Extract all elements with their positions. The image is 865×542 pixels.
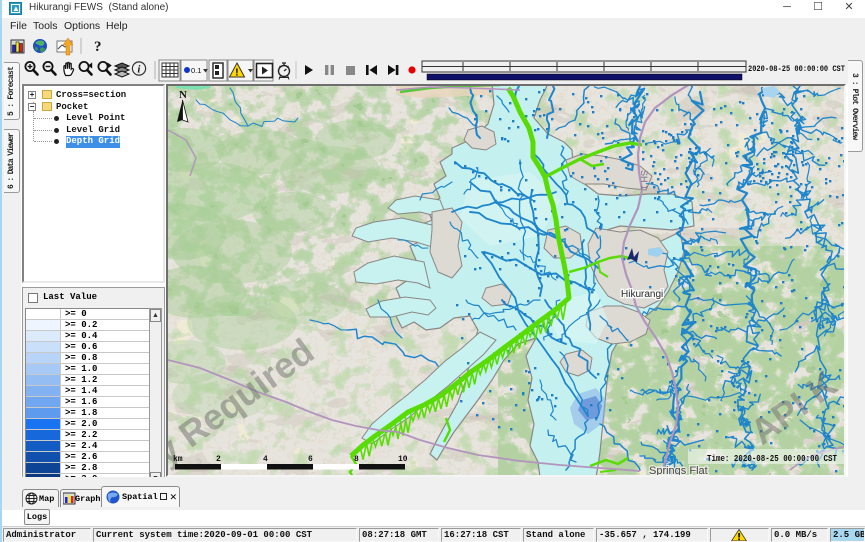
svg-text:Springs Flat: Springs Flat <box>649 465 708 475</box>
svg-text:?: ? <box>94 39 102 55</box>
svg-text:2: 2 <box>216 455 221 464</box>
svg-text:2020-08-25 00:00:00 CST: 2020-08-25 00:00:00 CST <box>748 64 845 74</box>
svg-text:N: N <box>179 89 187 101</box>
svg-text:0.1: 0.1 <box>191 66 201 75</box>
svg-text:8: 8 <box>354 455 359 464</box>
svg-text:6: 6 <box>308 455 313 464</box>
svg-text:!: ! <box>235 68 238 79</box>
svg-text:Time: 2020-08-25 00:00:00 CST: Time: 2020-08-25 00:00:00 CST <box>707 454 837 464</box>
svg-text:i: i <box>137 64 141 76</box>
svg-text:km: km <box>173 455 183 464</box>
svg-text:10: 10 <box>398 455 408 464</box>
svg-text:4: 4 <box>263 455 268 464</box>
svg-text:SH 1: SH 1 <box>639 170 649 190</box>
svg-text:Hikurangi: Hikurangi <box>621 289 663 300</box>
